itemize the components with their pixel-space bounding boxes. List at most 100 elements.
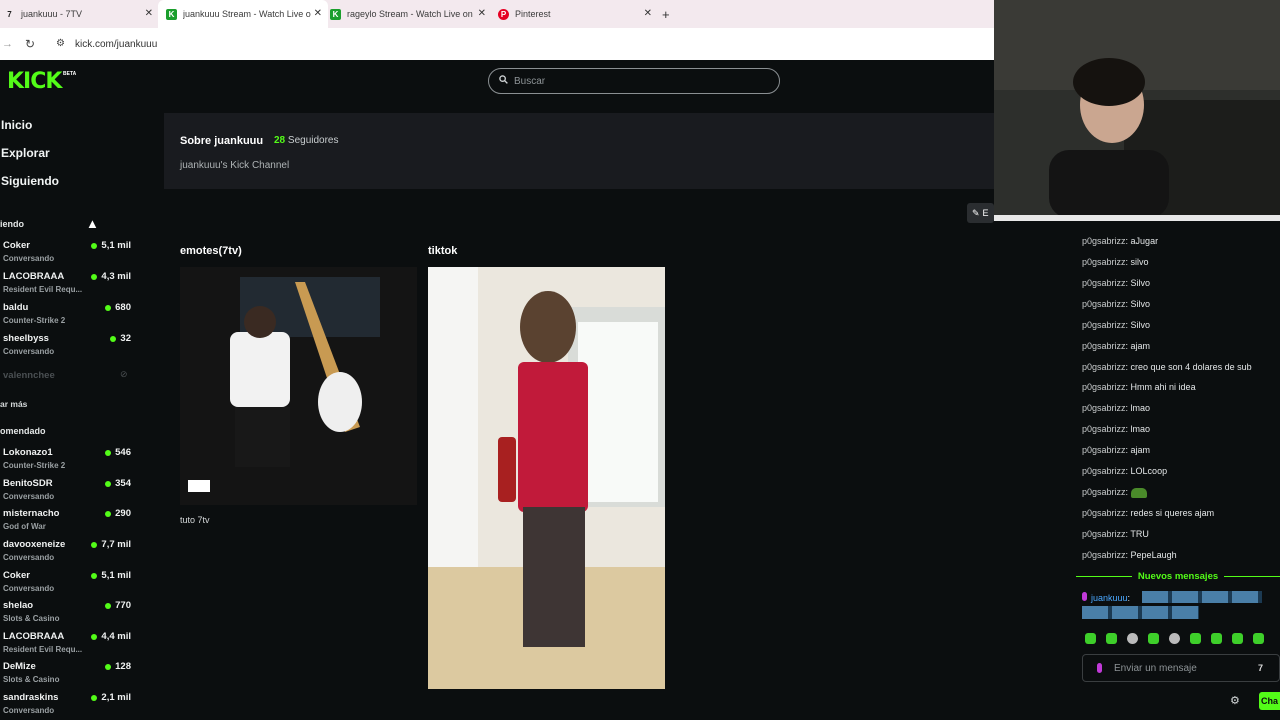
recommended-channel-game: Slots & Casino [3,614,60,623]
url-text[interactable]: kick.com/juankuuu [75,39,157,50]
nav-siguiendo[interactable]: Siguiendo [1,174,59,188]
chat-message: p0gsabrizz: Hmm ahi ni idea [1082,382,1196,392]
recommended-channel-name[interactable]: Coker [3,570,30,581]
chat-username[interactable]: p0gsabrizz [1082,362,1126,372]
close-icon[interactable]: ✕ [314,8,322,19]
browser-tab-pinterest[interactable]: P Pinterest ✕ [492,0,658,28]
chat-username[interactable]: p0gsabrizz [1082,508,1126,518]
pencil-icon: ✎ [972,207,980,218]
divider-line [1076,575,1132,577]
recommended-channel-name[interactable]: DeMize [3,661,36,672]
recommended-channel-name[interactable]: shelao [3,600,33,611]
chat-message: p0gsabrizz: lmao [1082,403,1151,413]
chat-send-button[interactable]: Cha [1259,692,1280,710]
chat-message: p0gsabrizz: LOLcoop [1082,466,1168,476]
chat-message: p0gsabrizz: redes si queres ajam [1082,508,1215,518]
emote-icon[interactable] [1085,633,1096,644]
new-tab-button[interactable]: + [662,7,670,22]
reload-icon[interactable]: ↻ [25,37,35,51]
recommended-channel-game: Conversando [3,553,55,562]
recommended-channel-name[interactable]: sandraskins [3,692,58,703]
chat-username[interactable]: p0gsabrizz [1082,382,1126,392]
following-channel-name[interactable]: LACOBRAAA [3,271,64,282]
close-icon[interactable]: ✕ [145,8,153,19]
chat-username[interactable]: p0gsabrizz [1082,487,1126,497]
chat-message: p0gsabrizz: Silvo [1082,320,1151,330]
following-channel-name[interactable]: baldu [3,302,28,313]
emote-icon[interactable] [1190,633,1201,644]
chat-username[interactable]: p0gsabrizz [1082,320,1126,330]
close-icon[interactable]: ✕ [644,8,652,19]
emote-icon[interactable] [1169,633,1180,644]
viewer-count: 354 [115,478,131,489]
beta-badge: BETA [63,71,77,77]
recommended-channel-name[interactable]: misternacho [3,508,60,519]
settings-gear-icon[interactable]: ⚙ [1230,694,1240,707]
edit-button[interactable]: ✎ E [967,203,994,223]
tiktok-panel-image[interactable] [428,267,665,689]
chat-username[interactable]: p0gsabrizz [1082,529,1126,539]
chat-username[interactable]: juankuuu [1091,593,1128,603]
search-input[interactable]: Buscar [488,68,780,94]
recommended-channel-game: Conversando [3,584,55,593]
chat-text: aJugar [1130,236,1159,246]
following-channel-name[interactable]: Coker [3,240,30,251]
chat-input[interactable]: Enviar un mensaje 7 [1082,654,1280,682]
chat-text: creo que son 4 dolares de sub [1130,362,1252,372]
recommended-channel-viewers: 770 [71,600,131,611]
microphone-icon [1097,663,1102,673]
recommended-channel-name[interactable]: BenitoSDR [3,478,53,489]
browser-tab-7tv[interactable]: 7 juankuuu - 7TV ✕ [0,0,159,28]
emote-row-1 [1142,591,1262,603]
chat-username[interactable]: p0gsabrizz [1082,403,1126,413]
chat-message: p0gsabrizz: ajam [1082,445,1151,455]
forward-icon[interactable]: → [2,38,13,50]
nav-explorar[interactable]: Explorar [1,146,50,160]
following-channel-name[interactable]: sheelbyss [3,333,49,344]
live-dot-icon [105,602,112,609]
emote-row-2 [1082,606,1199,619]
chat-input-placeholder: Enviar un mensaje [1114,662,1197,674]
chat-username[interactable]: p0gsabrizz [1082,424,1126,434]
offline-channel-name[interactable]: valennchee [3,370,55,381]
chat-username[interactable]: p0gsabrizz [1082,278,1126,288]
chat-username[interactable]: p0gsabrizz [1082,299,1126,309]
edit-label: E [982,208,989,218]
recommended-channel-name[interactable]: davooxeneize [3,539,65,550]
site-info-icon[interactable]: ⚙ [56,38,65,49]
nav-inicio[interactable]: Inicio [1,118,32,132]
emote-icon[interactable] [1148,633,1159,644]
divider-line [1224,575,1280,577]
kick-logo[interactable]: KICK BETA [7,69,76,94]
chat-username[interactable]: p0gsabrizz [1082,550,1126,560]
chat-username[interactable]: p0gsabrizz [1082,341,1126,351]
recommended-channel-name[interactable]: LACOBRAAA [3,631,64,642]
browser-tab-kick-rageylo[interactable]: K rageylo Stream - Watch Live on ✕ [324,0,492,28]
chat-username[interactable]: p0gsabrizz [1082,236,1126,246]
chat-text: Hmm ahi ni idea [1130,382,1196,392]
chat-username[interactable]: p0gsabrizz [1082,445,1126,455]
chat-username[interactable]: p0gsabrizz [1082,466,1126,476]
emote-icon[interactable] [1127,633,1138,644]
live-dot-icon [91,273,98,280]
following-channel-viewers: 32 [71,333,131,344]
chat-username[interactable]: p0gsabrizz [1082,257,1126,267]
live-dot-icon [105,480,112,487]
browser-tab-kick-juankuuu[interactable]: K juankuuu Stream - Watch Live o ✕ [158,0,328,28]
show-more-link[interactable]: ar más [0,399,27,409]
following-channel-game: Counter-Strike 2 [3,316,66,325]
emotes-panel-image[interactable] [180,267,417,505]
emote-icon[interactable] [1211,633,1222,644]
chat-message: p0gsabrizz: aJugar [1082,236,1159,246]
emote-icon[interactable] [1106,633,1117,644]
recommended-channel-name[interactable]: Lokonazo1 [3,447,53,458]
chat-text: ajam [1130,445,1151,455]
emote-icon[interactable] [1232,633,1243,644]
7tv-emote-picker-icon[interactable]: 7 [1258,663,1263,673]
followers-number: 28 [274,135,286,146]
panel-title-tiktok: tiktok [428,245,458,257]
new-messages-divider[interactable]: Nuevos mensajes [1076,570,1280,582]
7tv-icon: 7 [7,9,12,19]
close-icon[interactable]: ✕ [478,8,486,19]
emote-icon[interactable] [1253,633,1264,644]
